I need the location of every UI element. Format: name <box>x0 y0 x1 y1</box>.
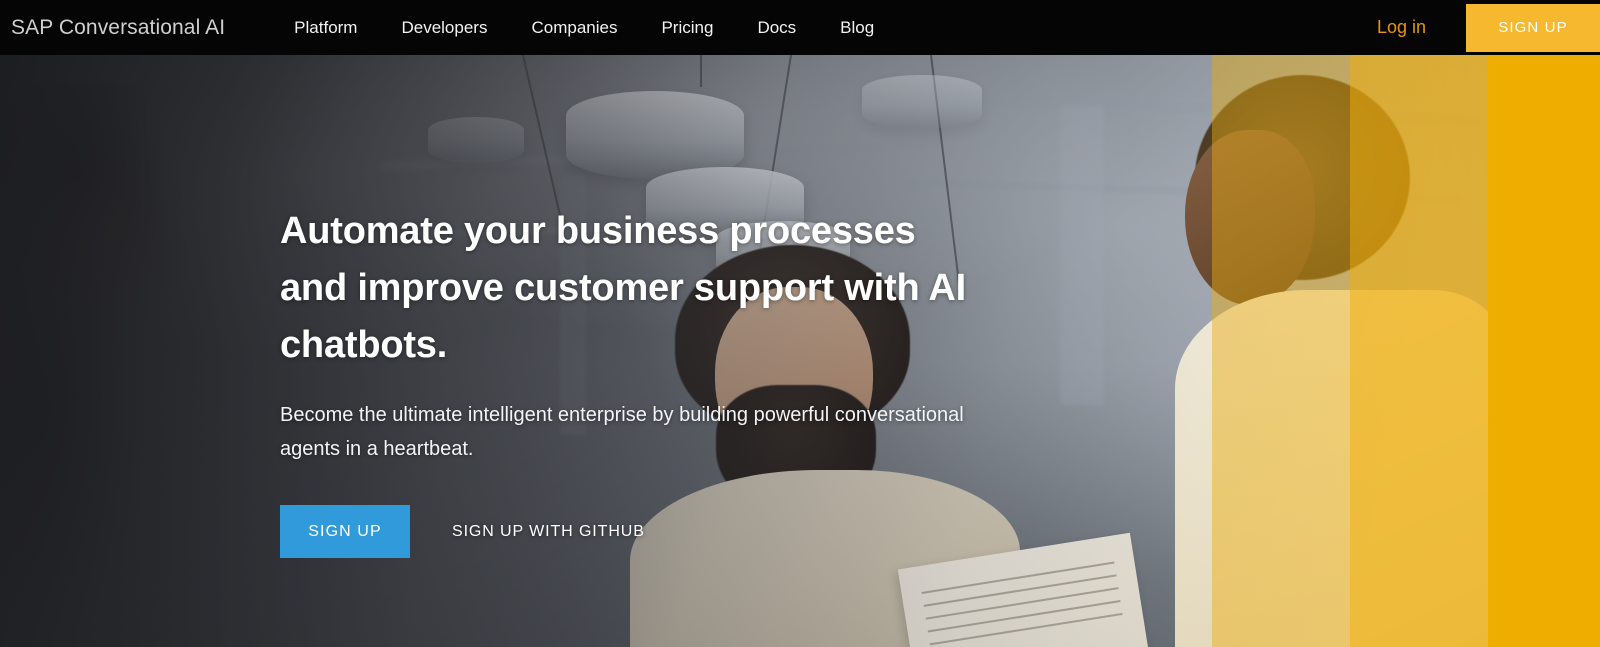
hero-signup-button[interactable]: SIGN UP <box>280 505 410 558</box>
nav-item-platform[interactable]: Platform <box>272 0 379 55</box>
nav-item-developers[interactable]: Developers <box>379 0 509 55</box>
nav-item-companies[interactable]: Companies <box>509 0 639 55</box>
hero-cta-row: SIGN UP SIGN UP WITH GITHUB <box>280 505 980 558</box>
primary-nav: Platform Developers Companies Pricing Do… <box>272 0 896 55</box>
nav-signup-button[interactable]: SIGN UP <box>1466 3 1600 52</box>
nav-item-blog[interactable]: Blog <box>818 0 896 55</box>
hero-copy-block: Automate your business processes and imp… <box>280 203 980 558</box>
nav-item-pricing[interactable]: Pricing <box>639 0 735 55</box>
hero-subheadline: Become the ultimate intelligent enterpri… <box>280 404 964 460</box>
brand-logo[interactable]: SAP Conversational AI <box>11 16 225 40</box>
nav-account-actions: Log in SIGN UP <box>1377 0 1600 55</box>
top-navigation-bar: SAP Conversational AI Platform Developer… <box>0 0 1600 55</box>
hero-section: Automate your business processes and imp… <box>0 55 1600 647</box>
hero-signup-with-github-link[interactable]: SIGN UP WITH GITHUB <box>452 523 645 541</box>
nav-item-docs[interactable]: Docs <box>735 0 818 55</box>
hero-headline: Automate your business processes and imp… <box>280 210 967 366</box>
login-link[interactable]: Log in <box>1377 17 1466 38</box>
